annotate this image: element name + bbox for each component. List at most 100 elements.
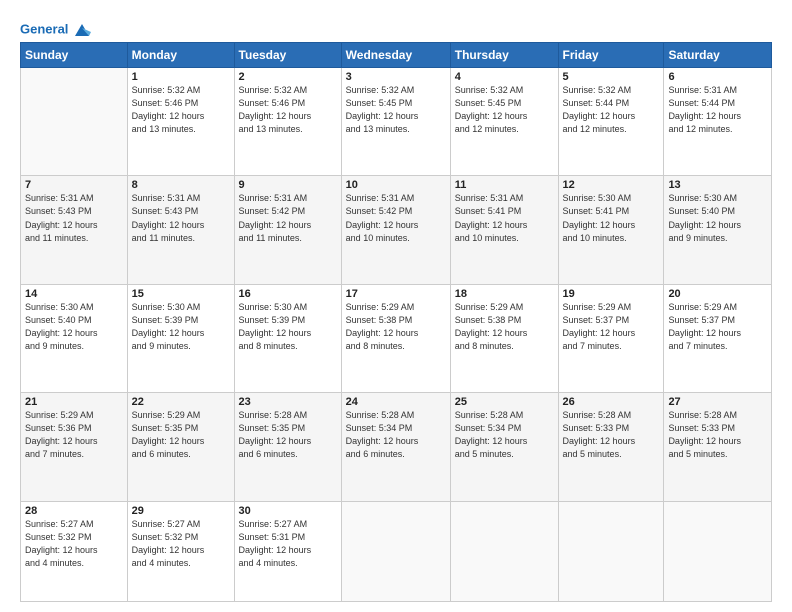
calendar-cell: [21, 68, 128, 176]
day-number: 3: [346, 71, 446, 83]
calendar-table: SundayMondayTuesdayWednesdayThursdayFrid…: [20, 42, 772, 602]
day-info: Sunrise: 5:29 AM Sunset: 5:35 PM Dayligh…: [132, 409, 230, 461]
calendar-week-4: 21Sunrise: 5:29 AM Sunset: 5:36 PM Dayli…: [21, 393, 772, 501]
calendar-cell: [341, 501, 450, 601]
day-number: 24: [346, 396, 446, 408]
day-info: Sunrise: 5:27 AM Sunset: 5:32 PM Dayligh…: [132, 518, 230, 570]
header: General: [20, 18, 772, 36]
day-info: Sunrise: 5:27 AM Sunset: 5:32 PM Dayligh…: [25, 518, 123, 570]
day-info: Sunrise: 5:30 AM Sunset: 5:40 PM Dayligh…: [25, 301, 123, 353]
calendar-week-3: 14Sunrise: 5:30 AM Sunset: 5:40 PM Dayli…: [21, 284, 772, 392]
calendar-cell: 14Sunrise: 5:30 AM Sunset: 5:40 PM Dayli…: [21, 284, 128, 392]
day-info: Sunrise: 5:28 AM Sunset: 5:35 PM Dayligh…: [239, 409, 337, 461]
logo-icon: [73, 22, 91, 38]
day-info: Sunrise: 5:30 AM Sunset: 5:41 PM Dayligh…: [563, 192, 660, 244]
calendar-cell: 29Sunrise: 5:27 AM Sunset: 5:32 PM Dayli…: [127, 501, 234, 601]
calendar-cell: 15Sunrise: 5:30 AM Sunset: 5:39 PM Dayli…: [127, 284, 234, 392]
day-number: 28: [25, 505, 123, 517]
day-number: 12: [563, 179, 660, 191]
day-number: 13: [668, 179, 767, 191]
day-info: Sunrise: 5:31 AM Sunset: 5:42 PM Dayligh…: [239, 192, 337, 244]
page: General SundayMondayTuesdayWednesdayThur…: [0, 0, 792, 612]
calendar-cell: 17Sunrise: 5:29 AM Sunset: 5:38 PM Dayli…: [341, 284, 450, 392]
day-number: 2: [239, 71, 337, 83]
day-number: 19: [563, 288, 660, 300]
logo-text: General: [20, 22, 91, 38]
day-number: 27: [668, 396, 767, 408]
calendar-cell: 3Sunrise: 5:32 AM Sunset: 5:45 PM Daylig…: [341, 68, 450, 176]
day-info: Sunrise: 5:29 AM Sunset: 5:38 PM Dayligh…: [346, 301, 446, 353]
day-info: Sunrise: 5:32 AM Sunset: 5:46 PM Dayligh…: [239, 84, 337, 136]
day-info: Sunrise: 5:30 AM Sunset: 5:39 PM Dayligh…: [239, 301, 337, 353]
calendar-cell: 19Sunrise: 5:29 AM Sunset: 5:37 PM Dayli…: [558, 284, 664, 392]
day-header-wednesday: Wednesday: [341, 43, 450, 68]
calendar-cell: 10Sunrise: 5:31 AM Sunset: 5:42 PM Dayli…: [341, 176, 450, 284]
day-header-sunday: Sunday: [21, 43, 128, 68]
day-info: Sunrise: 5:29 AM Sunset: 5:37 PM Dayligh…: [563, 301, 660, 353]
day-info: Sunrise: 5:28 AM Sunset: 5:34 PM Dayligh…: [455, 409, 554, 461]
day-info: Sunrise: 5:28 AM Sunset: 5:34 PM Dayligh…: [346, 409, 446, 461]
calendar-cell: [558, 501, 664, 601]
day-info: Sunrise: 5:31 AM Sunset: 5:43 PM Dayligh…: [25, 192, 123, 244]
day-info: Sunrise: 5:32 AM Sunset: 5:44 PM Dayligh…: [563, 84, 660, 136]
calendar-cell: 28Sunrise: 5:27 AM Sunset: 5:32 PM Dayli…: [21, 501, 128, 601]
calendar-cell: 22Sunrise: 5:29 AM Sunset: 5:35 PM Dayli…: [127, 393, 234, 501]
day-number: 20: [668, 288, 767, 300]
day-info: Sunrise: 5:30 AM Sunset: 5:39 PM Dayligh…: [132, 301, 230, 353]
calendar-cell: 6Sunrise: 5:31 AM Sunset: 5:44 PM Daylig…: [664, 68, 772, 176]
day-info: Sunrise: 5:28 AM Sunset: 5:33 PM Dayligh…: [563, 409, 660, 461]
calendar-cell: 24Sunrise: 5:28 AM Sunset: 5:34 PM Dayli…: [341, 393, 450, 501]
day-number: 15: [132, 288, 230, 300]
calendar-cell: 12Sunrise: 5:30 AM Sunset: 5:41 PM Dayli…: [558, 176, 664, 284]
logo: General: [20, 22, 91, 36]
calendar-cell: 16Sunrise: 5:30 AM Sunset: 5:39 PM Dayli…: [234, 284, 341, 392]
day-info: Sunrise: 5:29 AM Sunset: 5:37 PM Dayligh…: [668, 301, 767, 353]
day-info: Sunrise: 5:32 AM Sunset: 5:45 PM Dayligh…: [346, 84, 446, 136]
day-number: 23: [239, 396, 337, 408]
day-number: 21: [25, 396, 123, 408]
calendar-cell: 13Sunrise: 5:30 AM Sunset: 5:40 PM Dayli…: [664, 176, 772, 284]
day-info: Sunrise: 5:30 AM Sunset: 5:40 PM Dayligh…: [668, 192, 767, 244]
day-number: 17: [346, 288, 446, 300]
calendar-cell: 5Sunrise: 5:32 AM Sunset: 5:44 PM Daylig…: [558, 68, 664, 176]
day-info: Sunrise: 5:29 AM Sunset: 5:38 PM Dayligh…: [455, 301, 554, 353]
calendar-cell: [450, 501, 558, 601]
day-number: 29: [132, 505, 230, 517]
calendar-cell: 9Sunrise: 5:31 AM Sunset: 5:42 PM Daylig…: [234, 176, 341, 284]
day-header-saturday: Saturday: [664, 43, 772, 68]
calendar-cell: 25Sunrise: 5:28 AM Sunset: 5:34 PM Dayli…: [450, 393, 558, 501]
day-number: 7: [25, 179, 123, 191]
day-header-tuesday: Tuesday: [234, 43, 341, 68]
calendar-cell: 30Sunrise: 5:27 AM Sunset: 5:31 PM Dayli…: [234, 501, 341, 601]
day-number: 5: [563, 71, 660, 83]
day-number: 6: [668, 71, 767, 83]
day-number: 16: [239, 288, 337, 300]
calendar-cell: 21Sunrise: 5:29 AM Sunset: 5:36 PM Dayli…: [21, 393, 128, 501]
calendar-cell: 2Sunrise: 5:32 AM Sunset: 5:46 PM Daylig…: [234, 68, 341, 176]
calendar-week-1: 1Sunrise: 5:32 AM Sunset: 5:46 PM Daylig…: [21, 68, 772, 176]
day-number: 26: [563, 396, 660, 408]
day-header-friday: Friday: [558, 43, 664, 68]
calendar-week-2: 7Sunrise: 5:31 AM Sunset: 5:43 PM Daylig…: [21, 176, 772, 284]
day-header-thursday: Thursday: [450, 43, 558, 68]
day-info: Sunrise: 5:31 AM Sunset: 5:42 PM Dayligh…: [346, 192, 446, 244]
day-number: 10: [346, 179, 446, 191]
calendar-cell: 27Sunrise: 5:28 AM Sunset: 5:33 PM Dayli…: [664, 393, 772, 501]
calendar-header-row: SundayMondayTuesdayWednesdayThursdayFrid…: [21, 43, 772, 68]
day-info: Sunrise: 5:32 AM Sunset: 5:46 PM Dayligh…: [132, 84, 230, 136]
calendar-week-5: 28Sunrise: 5:27 AM Sunset: 5:32 PM Dayli…: [21, 501, 772, 601]
day-header-monday: Monday: [127, 43, 234, 68]
day-number: 18: [455, 288, 554, 300]
calendar-cell: 11Sunrise: 5:31 AM Sunset: 5:41 PM Dayli…: [450, 176, 558, 284]
day-info: Sunrise: 5:32 AM Sunset: 5:45 PM Dayligh…: [455, 84, 554, 136]
calendar-cell: 7Sunrise: 5:31 AM Sunset: 5:43 PM Daylig…: [21, 176, 128, 284]
day-number: 8: [132, 179, 230, 191]
calendar-cell: 8Sunrise: 5:31 AM Sunset: 5:43 PM Daylig…: [127, 176, 234, 284]
calendar-cell: 1Sunrise: 5:32 AM Sunset: 5:46 PM Daylig…: [127, 68, 234, 176]
calendar-cell: 23Sunrise: 5:28 AM Sunset: 5:35 PM Dayli…: [234, 393, 341, 501]
day-number: 14: [25, 288, 123, 300]
day-info: Sunrise: 5:31 AM Sunset: 5:43 PM Dayligh…: [132, 192, 230, 244]
day-number: 30: [239, 505, 337, 517]
day-number: 11: [455, 179, 554, 191]
calendar-cell: 4Sunrise: 5:32 AM Sunset: 5:45 PM Daylig…: [450, 68, 558, 176]
